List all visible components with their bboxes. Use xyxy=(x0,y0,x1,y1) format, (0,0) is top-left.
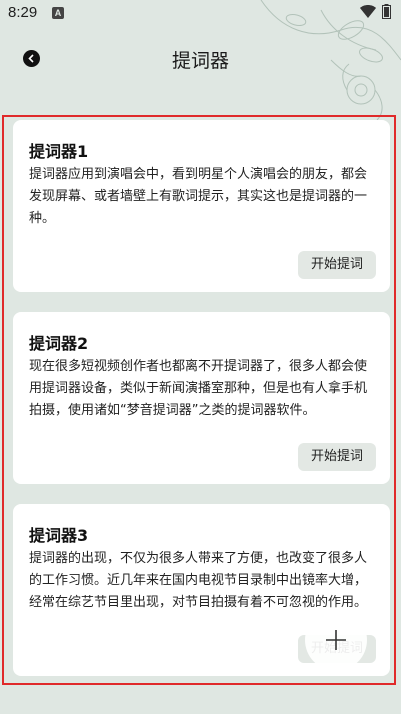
wifi-icon xyxy=(360,4,376,18)
card-description: 提词器应用到演唱会中，看到明星个人演唱会的朋友，都会发现屏幕、或者墙壁上有歌词提… xyxy=(29,167,368,226)
card-description: 现在很多短视频创作者也都离不开提词器了，很多人都会使用提词器设备，类似于新闻演播… xyxy=(29,359,368,418)
page-title: 提词器 xyxy=(171,50,229,72)
start-prompt-button[interactable]: 开始提词 xyxy=(298,443,376,471)
card-title: 提词器1 xyxy=(29,142,89,161)
battery-icon xyxy=(382,4,391,19)
card-title: 提词器3 xyxy=(29,526,89,545)
card-title: 提词器2 xyxy=(29,334,89,353)
status-icons xyxy=(360,4,391,19)
app-bar: 提词器 xyxy=(0,36,401,82)
notification-icon: A xyxy=(52,7,64,19)
plus-icon xyxy=(326,630,346,650)
card-teleprompter-2[interactable]: 提词器2 现在很多短视频创作者也都离不开提词器了，很多人都会使用提词器设备，类似… xyxy=(13,312,390,484)
card-teleprompter-1[interactable]: 提词器1 提词器应用到演唱会中，看到明星个人演唱会的朋友，都会发现屏幕、或者墙壁… xyxy=(13,120,390,292)
start-prompt-button[interactable]: 开始提词 xyxy=(298,251,376,279)
status-bar: 8:29 A xyxy=(0,0,401,28)
card-description: 提词器的出现，不仅为很多人带来了方便，也改变了很多人的工作习惯。近几年来在国内电… xyxy=(29,551,368,610)
status-time: 8:29 xyxy=(8,4,38,21)
add-button[interactable] xyxy=(305,609,367,671)
teleprompter-list[interactable]: 提词器1 提词器应用到演唱会中，看到明星个人演唱会的朋友，都会发现屏幕、或者墙壁… xyxy=(2,115,396,685)
